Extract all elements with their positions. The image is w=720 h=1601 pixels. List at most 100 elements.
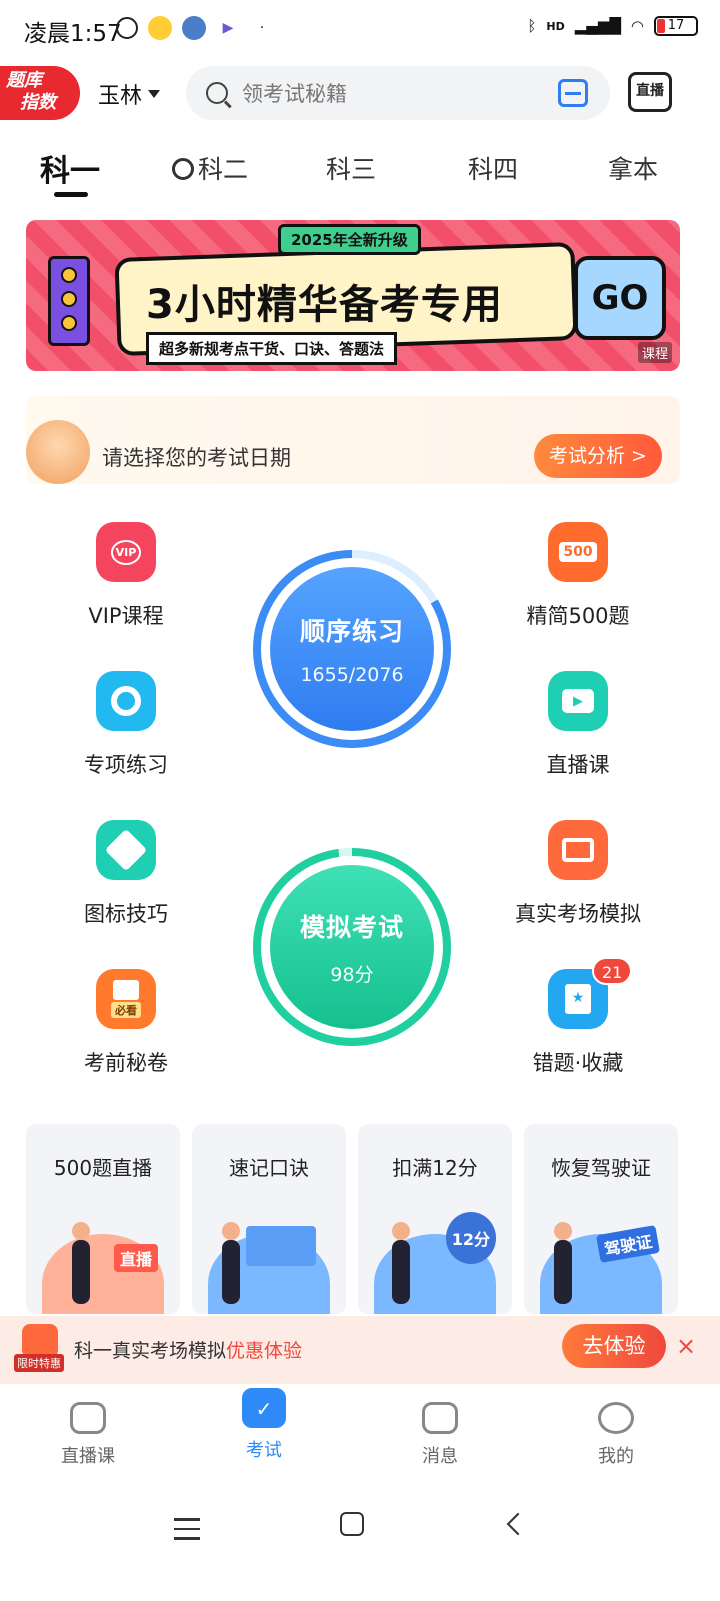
500-questions-label: 精简500题 [526,604,630,628]
mock-exam-title: 模拟考试 [299,912,404,942]
battery-level: 17 [667,18,685,33]
real-exam-sim-item[interactable]: 真实考场模拟 [488,820,668,928]
battery-icon: 17 [654,16,698,36]
nav-profile[interactable]: 我的 [556,1402,676,1468]
target-icon [96,671,156,731]
exam-date-prompt: 请选择您的考试日期 [102,446,291,470]
active-tab-indicator [54,192,88,197]
subject-tabs: 科一 科二 科三 科四 拿本 [0,140,720,200]
monitor-icon [548,820,608,880]
vip-icon: VIP [96,522,156,582]
promo-main-text: 科一真实考场模拟 [74,1340,227,1362]
video-icon: ▶ [548,671,608,731]
back-icon[interactable] [506,1512,530,1536]
wifi-icon: ◠ [630,17,644,35]
card-500-live-tag: 直播 [113,1244,158,1272]
live-tv-button[interactable]: 直播 [628,72,672,112]
person-illustration [554,1222,572,1304]
practice-progress: 1655/2076 [300,664,404,686]
card-12-points[interactable]: 扣满12分 12分 [358,1124,512,1314]
promo-strip[interactable]: 限时特惠 科一真实考场模拟优惠体验 去体验 × [0,1316,720,1384]
question-bank-index-badge[interactable]: 题库 指数 [0,66,80,120]
banner-subtitle: 超多新规考点干货、口诀、答题法 [146,332,398,365]
recent-apps-icon[interactable] [174,1518,200,1547]
mistakes-favorites-label: 错题·收藏 [532,1051,624,1075]
card-500-live[interactable]: 500题直播 直播 [26,1124,180,1314]
search-placeholder: 领考试秘籍 [242,82,347,106]
practice-core: 顺序练习 1655/2076 [267,564,437,734]
banner-corner-label: 课程 [637,342,672,363]
board-illustration [246,1226,316,1266]
card-mnemonics-title: 速记口诀 [229,1156,309,1180]
app-header: 题库 指数 玉林 领考试秘籍 直播 [0,62,720,128]
banner-title: 3小时精华备考专用 [146,282,503,328]
exam-paper-icon: 必看 [96,969,156,1029]
close-icon[interactable]: × [676,1332,696,1360]
search-icon [206,82,228,104]
special-practice-item[interactable]: 专项练习 [36,671,216,779]
tab-subject-3[interactable]: 科三 [326,150,376,186]
secret-paper-label: 考前秘卷 [84,1051,168,1075]
tab-subject-4[interactable]: 科四 [468,150,518,186]
banner-tag: 2025年全新升级 [278,224,421,255]
logo-line-2: 指数 [20,92,56,113]
nav-profile-label: 我的 [598,1446,634,1467]
real-exam-sim-label: 真实考场模拟 [515,902,641,926]
nav-live-class[interactable]: 直播课 [28,1402,148,1468]
nav-exam-label: 考试 [246,1440,282,1461]
nav-messages[interactable]: 消息 [380,1402,500,1468]
vip-course-item[interactable]: VIP VIP课程 [36,522,216,630]
nav-live-class-label: 直播课 [61,1446,115,1467]
exam-folder-icon [242,1388,286,1428]
person-illustration [222,1222,240,1304]
card-mnemonics[interactable]: 速记口诀 [192,1124,346,1314]
mistakes-count-badge: 21 [592,957,633,985]
bluetooth-icon: ᛒ [527,17,537,35]
scan-icon[interactable] [558,79,588,107]
card-restore-license[interactable]: 恢复驾驶证 驾驶证 [524,1124,678,1314]
card-12-points-tag: 12分 [445,1212,496,1264]
mock-exam-button[interactable]: 模拟考试 98分 [253,848,451,1046]
limited-offer-badge: 限时特惠 [14,1354,64,1372]
sign-tips-item[interactable]: 图标技巧 [36,820,216,928]
search-bar[interactable]: 领考试秘籍 [186,66,610,120]
promo-highlight: 优惠体验 [226,1340,303,1362]
city-selector[interactable]: 玉林 [98,78,161,110]
sign-tips-label: 图标技巧 [84,902,168,926]
secret-paper-item[interactable]: 必看 考前秘卷 [36,969,216,1077]
home-icon[interactable] [340,1512,364,1536]
mock-exam-score: 98分 [330,963,374,986]
tab-subject-1[interactable]: 科一 [40,146,100,190]
message-icon [422,1402,458,1434]
profile-icon [598,1402,634,1434]
promo-banner[interactable]: 2025年全新升级 3小时精华备考专用 超多新规考点干货、口诀、答题法 GO 课… [26,220,680,371]
tab-subject-2-label: 科二 [198,155,249,184]
exam-analysis-button[interactable]: 考试分析 > [534,434,662,478]
tab-subject-2[interactable]: 科二 [172,150,248,186]
signal-bars-icon: ▂▄▆█ [574,17,621,35]
sequential-practice-button[interactable]: 顺序练习 1655/2076 [253,550,451,748]
status-time: 凌晨1:57 [24,21,122,47]
tab-get-license[interactable]: 拿本 [608,150,658,186]
banner-go-button: GO [574,256,666,340]
live-class-item[interactable]: ▶ 直播课 [488,671,668,779]
500-icon: 500 [548,522,608,582]
more-dot-icon: · [259,20,265,36]
exam-date-bar[interactable]: 请选择您的考试日期 考试分析 > [26,396,680,484]
banner-decoration [48,256,90,346]
alarm-icon [116,17,138,39]
mistakes-favorites-item[interactable]: ★ 21 错题·收藏 [488,957,668,1077]
person-illustration [72,1222,90,1304]
bottom-nav: 直播课 考试 消息 我的 [0,1384,720,1482]
nav-exam[interactable]: 考试 [204,1388,324,1462]
card-500-live-title: 500题直播 [53,1156,153,1180]
card-restore-license-title: 恢复驾驶证 [551,1156,651,1180]
500-questions-item[interactable]: 500 精简500题 [488,522,668,630]
try-now-button[interactable]: 去体验 [562,1324,666,1368]
status-bar: 凌晨1:57 ▶ · ᛒ HD ▂▄▆█ ◠ 17 [0,0,720,62]
system-status: ᛒ HD ▂▄▆█ ◠ 17 [527,16,698,36]
card-12-points-title: 扣满12分 [392,1156,478,1180]
weibo-icon [148,16,172,40]
dropdown-arrow-icon [148,90,161,98]
special-practice-label: 专项练习 [84,753,168,777]
